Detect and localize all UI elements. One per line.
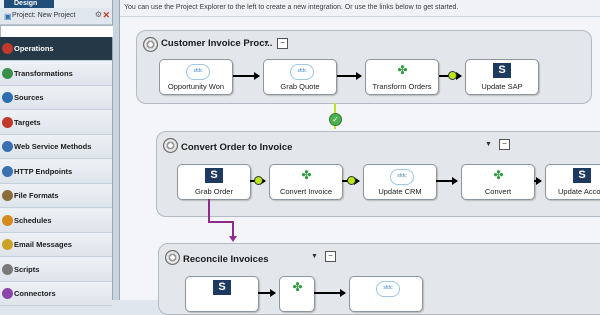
link-arrow bbox=[436, 177, 458, 185]
success-connector[interactable] bbox=[448, 71, 457, 80]
sidebar-item-scripts[interactable]: Scripts bbox=[0, 257, 112, 282]
chevron-down-icon[interactable]: ▼ bbox=[263, 40, 270, 47]
link-arrow bbox=[314, 289, 346, 297]
sidebar-item-http-endpoints[interactable]: HTTP Endpoints bbox=[0, 159, 112, 184]
sidebar-item-label: HTTP Endpoints bbox=[14, 166, 73, 176]
node-grab-order[interactable]: S Grab Order bbox=[177, 164, 251, 200]
node-grab-quote[interactable]: sfdc Grab Quote bbox=[263, 59, 337, 95]
node-update-acco[interactable]: S Update Acco bbox=[545, 164, 600, 200]
email-messages-icon bbox=[2, 239, 13, 250]
sidebar-item-transformations[interactable]: Transformations bbox=[0, 61, 112, 86]
group-link-check-icon[interactable]: ✓ bbox=[329, 113, 342, 126]
panel-splitter[interactable] bbox=[113, 0, 120, 300]
collapse-button[interactable]: − bbox=[499, 139, 510, 150]
operation-group-reconcile-invoices[interactable]: Reconcile Invoices ▼ − S ✤ sfdc bbox=[158, 243, 600, 315]
operation-icon bbox=[163, 138, 178, 153]
operation-icon bbox=[143, 37, 158, 52]
transform-icon: ✤ bbox=[397, 63, 408, 77]
project-explorer-panel: Design ▣ Project: New Project ⚙ ✕ Operat… bbox=[0, 0, 114, 306]
node-convert-invoice[interactable]: ✤ Convert Invoice bbox=[269, 164, 343, 200]
chevron-down-icon[interactable]: ▼ bbox=[311, 253, 318, 260]
info-text: You can use the Project Explorer to the … bbox=[124, 4, 459, 11]
operation-icon bbox=[165, 250, 180, 265]
node-update-crm[interactable]: sfdc Update CRM bbox=[363, 164, 437, 200]
file-formats-icon bbox=[2, 190, 13, 201]
transform-icon: ✤ bbox=[493, 168, 504, 182]
link-arrow bbox=[534, 177, 542, 185]
sidebar-item-label: Sources bbox=[14, 93, 44, 102]
sidebar-item-sources[interactable]: Sources bbox=[0, 86, 112, 110]
sidebar-item-schedules[interactable]: Schedules bbox=[0, 208, 112, 233]
design-tab[interactable]: Design bbox=[4, 0, 54, 8]
settings-icon[interactable]: ⚙ bbox=[95, 10, 102, 19]
salesforce-icon: sfdc bbox=[376, 281, 400, 297]
sidebar-item-email-messages[interactable]: Email Messages bbox=[0, 233, 112, 257]
sap-icon: S bbox=[493, 63, 511, 78]
failure-link-line bbox=[208, 199, 210, 221]
node-reconcile-step-2[interactable]: ✤ bbox=[279, 276, 315, 312]
failure-link-arrow bbox=[229, 236, 237, 242]
sidebar-item-operations[interactable]: Operations bbox=[0, 37, 112, 61]
sidebar-item-label: File Formats bbox=[14, 191, 59, 200]
sidebar-item-label: Targets bbox=[14, 117, 41, 127]
transform-icon: ✤ bbox=[301, 168, 312, 182]
sap-icon: S bbox=[213, 280, 231, 295]
sidebar-item-targets[interactable]: Targets bbox=[0, 110, 112, 135]
sap-icon: S bbox=[573, 168, 591, 183]
http-endpoints-icon bbox=[2, 165, 13, 177]
sidebar-item-label: Connectors bbox=[14, 289, 56, 298]
success-connector[interactable] bbox=[254, 176, 263, 185]
sap-icon: S bbox=[205, 168, 223, 183]
project-header[interactable]: ▣ Project: New Project ⚙ ✕ bbox=[0, 8, 112, 25]
group-header[interactable]: Convert Order to Invoice ▼ − bbox=[157, 132, 600, 158]
sidebar-item-label: Schedules bbox=[14, 215, 52, 225]
group-header[interactable]: Reconcile Invoices ▼ − bbox=[159, 244, 600, 270]
scripts-icon bbox=[2, 263, 13, 275]
sidebar-item-web-service-methods[interactable]: Web Service Methods bbox=[0, 135, 112, 159]
node-convert[interactable]: ✤ Convert bbox=[461, 164, 535, 200]
close-icon[interactable]: ✕ bbox=[102, 10, 110, 21]
link-arrow bbox=[258, 289, 276, 297]
sidebar-item-label: Scripts bbox=[14, 264, 40, 274]
operation-group-customer-invoice[interactable]: Customer Invoice Proc... ▼ − sfdc Opportu… bbox=[136, 30, 592, 104]
group-header[interactable]: Customer Invoice Proc... ▼ − bbox=[137, 31, 591, 57]
salesforce-icon: sfdc bbox=[390, 169, 414, 185]
node-opportunity-won[interactable]: sfdc Opportunity Won bbox=[159, 59, 233, 95]
targets-icon bbox=[2, 116, 13, 128]
salesforce-icon: sfdc bbox=[186, 64, 210, 80]
web-service-icon bbox=[2, 141, 13, 152]
node-update-sap[interactable]: S Update SAP bbox=[465, 59, 539, 95]
sidebar-item-connectors[interactable]: Connectors bbox=[0, 282, 112, 306]
design-canvas[interactable]: You can use the Project Explorer to the … bbox=[120, 0, 600, 315]
chevron-down-icon[interactable]: ▼ bbox=[485, 141, 492, 148]
project-label: Project: New Project bbox=[12, 12, 76, 19]
transform-icon: ✤ bbox=[292, 280, 303, 294]
collapse-button[interactable]: − bbox=[277, 38, 288, 49]
failure-link-line bbox=[208, 221, 233, 223]
transformations-icon bbox=[2, 67, 13, 79]
sidebar-item-file-formats[interactable]: File Formats bbox=[0, 184, 112, 208]
link-arrow bbox=[337, 72, 362, 80]
group-title: Convert Order to Invoice bbox=[181, 142, 293, 153]
operations-icon bbox=[2, 43, 13, 54]
collapse-button[interactable]: − bbox=[325, 251, 336, 262]
operation-group-convert-order[interactable]: Convert Order to Invoice ▼ − S Grab Order… bbox=[156, 131, 600, 217]
sources-icon bbox=[2, 92, 13, 103]
connectors-icon bbox=[2, 288, 13, 299]
info-bar: You can use the Project Explorer to the … bbox=[120, 0, 600, 17]
salesforce-icon: sfdc bbox=[290, 64, 314, 80]
sidebar-item-label: Transformations bbox=[14, 68, 73, 78]
success-connector[interactable] bbox=[347, 176, 356, 185]
sidebar-item-label: Email Messages bbox=[14, 240, 72, 249]
node-reconcile-step-3[interactable]: sfdc bbox=[349, 276, 423, 312]
link-arrow bbox=[233, 72, 260, 80]
sidebar-item-label: Operations bbox=[14, 44, 54, 53]
project-icon: ▣ bbox=[4, 12, 12, 21]
group-title: Reconcile Invoices bbox=[183, 254, 269, 265]
schedules-icon bbox=[2, 214, 13, 226]
group-title: Customer Invoice Proc... bbox=[161, 38, 273, 49]
sidebar-item-label: Web Service Methods bbox=[14, 142, 92, 151]
node-reconcile-step-1[interactable]: S bbox=[185, 276, 259, 312]
node-transform-orders[interactable]: ✤ Transform Orders bbox=[365, 59, 439, 95]
